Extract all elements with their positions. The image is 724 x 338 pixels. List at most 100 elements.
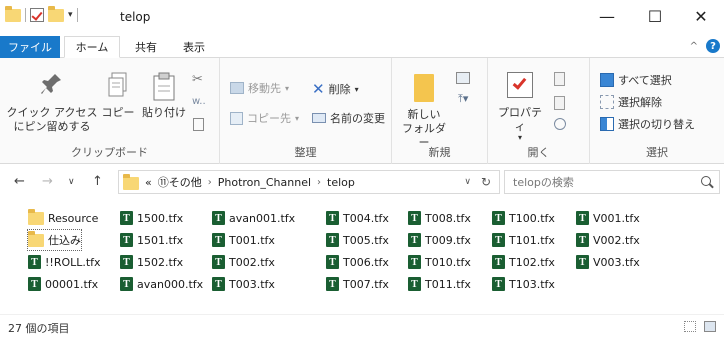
copy-label: コピー [101,106,135,119]
move-to-label: 移動先 [248,82,281,95]
tab-share[interactable]: 共有 [124,36,168,58]
maximize-button[interactable]: ☐ [632,0,678,33]
move-to-button[interactable]: 移動先 ▾ [230,80,289,96]
new-folder-label-line1: 新しい [407,108,441,121]
breadcrumb-overflow[interactable]: « [145,176,152,189]
invert-selection-button[interactable]: 選択の切り替え [600,116,695,132]
file-item[interactable]: T V002.tfx [576,230,640,250]
edit-icon[interactable] [554,96,565,110]
file-item[interactable]: T T001.tfx [212,230,275,250]
tfx-file-icon: T [120,233,133,247]
breadcrumb-chevron-icon[interactable]: › [317,177,321,188]
file-item[interactable]: T T009.tfx [408,230,471,250]
folder-item[interactable]: Resource [28,208,98,228]
breadcrumb-item[interactable]: Photron_Channel [218,176,311,189]
file-item[interactable]: Tavan000.tfx [120,274,203,294]
delete-button[interactable]: ✕ 削除 ▾ [312,80,359,98]
file-item[interactable]: T T103.tfx [492,274,555,294]
navigation-bar: ← → ∨ ↑ « ⑪その他 › Photron_Channel › telop… [0,168,724,196]
file-item[interactable]: T T101.tfx [492,230,555,250]
breadcrumb-chevron-icon[interactable]: › [208,177,212,188]
search-input[interactable]: telopの検索 [504,170,720,194]
close-button[interactable]: ✕ [678,0,724,33]
back-arrow-icon[interactable]: ← [14,174,25,189]
file-item[interactable]: T T011.tfx [408,274,471,294]
refresh-icon[interactable]: ↻ [481,175,491,189]
file-item[interactable]: T 00001.tfx [28,274,98,294]
new-group-label: 新規 [428,146,451,159]
tfx-file-icon: T [408,211,421,225]
tfx-file-icon: T [576,255,589,269]
properties-check-icon[interactable] [30,8,44,22]
folder-item[interactable]: 仕込み [27,229,82,251]
minimize-button[interactable]: — [584,0,630,33]
file-name: Resource [48,211,99,225]
file-item[interactable]: T T002.tfx [212,252,275,272]
file-item[interactable]: T T102.tfx [492,252,555,272]
tfx-file-icon: T [326,211,339,225]
pin-icon [41,74,61,94]
file-item[interactable]: T 1500.tfx [120,208,183,228]
tfx-file-icon: T [326,233,339,247]
copy-path-icon[interactable]: w.. [192,96,206,107]
file-name: T011.tfx [425,277,471,291]
copy-to-button[interactable]: コピー先 ▾ [230,110,299,126]
paste-shortcut-icon[interactable] [193,118,204,131]
new-folder-button[interactable]: 新しい フォルダー [398,74,450,150]
rename-button[interactable]: 名前の変更 [312,110,385,126]
file-item[interactable]: T !!ROLL.tfx [28,252,101,272]
help-icon[interactable]: ? [706,39,720,53]
tfx-file-icon: T [28,255,41,269]
file-name: T002.tfx [229,255,275,269]
pin-quick-access-button[interactable]: クイック アクセス にピン留めする [4,72,100,134]
search-icon[interactable] [701,176,711,186]
tab-file[interactable]: ファイル [0,36,60,58]
large-icons-view-icon[interactable] [704,321,716,332]
collapse-ribbon-icon[interactable]: ^ [690,41,698,52]
folder-icon[interactable] [5,5,21,22]
file-item[interactable]: T V003.tfx [576,252,640,272]
file-item[interactable]: T T003.tfx [212,274,275,294]
address-bar[interactable]: « ⑪その他 › Photron_Channel › telop ∨ ↻ [118,170,500,194]
file-item[interactable]: T T010.tfx [408,252,471,272]
address-dropdown-icon[interactable]: ∨ [464,177,471,187]
file-item[interactable]: T T004.tfx [326,208,389,228]
copy-button[interactable]: コピー [100,72,136,120]
breadcrumb-item[interactable]: ⑪その他 [158,174,202,190]
delete-label: 削除 [328,83,351,96]
paste-button[interactable]: 貼り付け [140,72,188,120]
file-item[interactable]: T V001.tfx [576,208,640,228]
organize-group-label: 整理 [294,146,317,159]
open-icon[interactable] [554,72,565,86]
customize-toolbar-arrow-icon[interactable]: ▾ [68,10,73,20]
file-item[interactable]: T T006.tfx [326,252,389,272]
file-item[interactable]: T T008.tfx [408,208,471,228]
ribbon-tabs: ファイル ホーム 共有 表示 ^ ? [0,33,724,58]
file-item[interactable]: T T005.tfx [326,230,389,250]
file-name: T008.tfx [425,211,471,225]
cut-scissors-icon[interactable]: ✂ [192,72,203,87]
properties-button[interactable]: プロパティ ▾ [494,72,546,142]
new-item-icon[interactable] [456,72,470,84]
breadcrumb-item[interactable]: telop [327,176,355,189]
new-folder-icon[interactable] [48,5,64,22]
file-item[interactable]: T 1502.tfx [120,252,183,272]
up-arrow-icon[interactable]: ↑ [92,174,103,189]
folder-icon [28,230,44,247]
file-item[interactable]: Tavan001.tfx [212,208,295,228]
easy-access-icon[interactable]: ⤒▾ [458,92,468,106]
tab-view[interactable]: 表示 [172,36,216,58]
select-none-button[interactable]: 選択解除 [600,94,662,110]
forward-arrow-icon[interactable]: → [42,174,53,189]
ribbon: クイック アクセス にピン留めする コピー 貼り付け ✂ w.. クリップボード… [0,58,724,164]
details-view-icon[interactable] [684,321,696,332]
select-all-button[interactable]: すべて選択 [600,72,672,88]
file-item[interactable]: T T007.tfx [326,274,389,294]
item-count: 27 個の項目 [8,322,70,335]
file-item[interactable]: T T100.tfx [492,208,555,228]
history-icon[interactable] [554,118,566,130]
recent-locations-chevron-icon[interactable]: ∨ [68,177,75,187]
file-name: V003.tfx [593,255,640,269]
tab-home[interactable]: ホーム [64,36,120,58]
file-item[interactable]: T 1501.tfx [120,230,183,250]
